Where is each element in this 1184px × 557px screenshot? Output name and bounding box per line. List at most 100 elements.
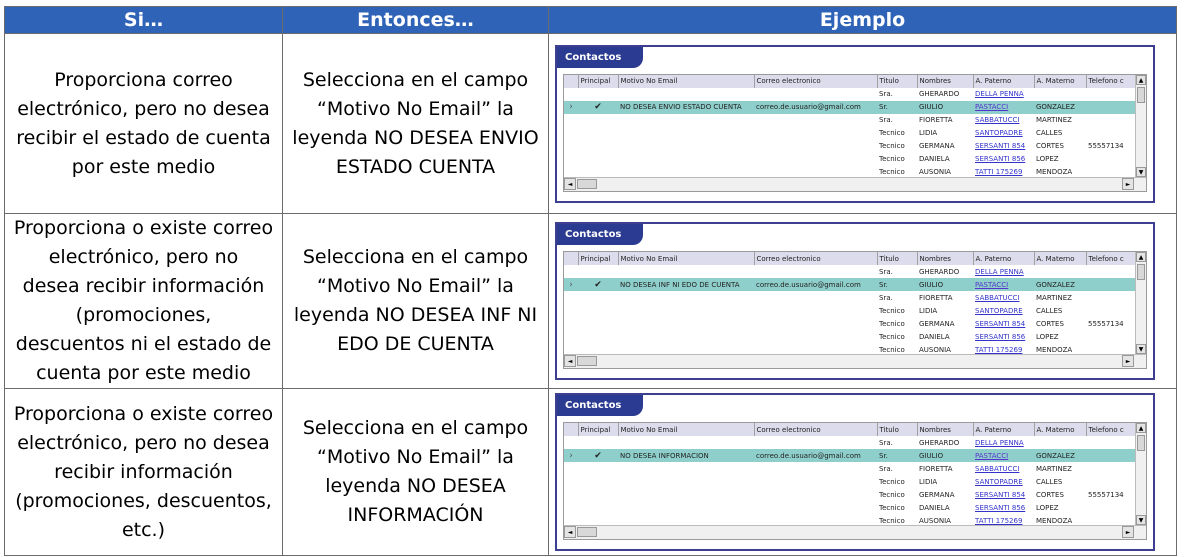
grid-column-header[interactable]: Titulo <box>877 74 918 88</box>
contact-row[interactable]: Tecnico GERMANA SERSANTI 854 CORTES 55557134 <box>564 317 1138 330</box>
contact-row[interactable]: Tecnico LIDIA SANTOPADRE CALLES <box>564 127 1138 140</box>
contact-row[interactable]: Sra. GHERARDO DELLA PENNA <box>564 265 1138 278</box>
grid-column-header[interactable]: Motivo No Email <box>618 252 755 265</box>
grid-column-header[interactable]: Motivo No Email <box>618 74 755 88</box>
titulo-cell: Sra. <box>879 267 893 276</box>
grid-column-header[interactable]: Nombres <box>917 252 974 265</box>
paterno-link[interactable]: SANTOPADRE <box>973 127 1034 140</box>
scroll-thumb[interactable] <box>1137 86 1145 103</box>
paterno-link[interactable]: SERSANTI 856 <box>973 501 1034 514</box>
grid-column-header[interactable]: A. Materno <box>1034 74 1087 88</box>
entonces-line: leyenda NO DESEA ENVIO <box>292 126 539 149</box>
grid-column-header[interactable]: A. Paterno <box>973 74 1035 88</box>
grid-column-header[interactable]: Telefono c <box>1086 423 1139 436</box>
materno-cell: MARTINEZ <box>1036 464 1072 473</box>
scroll-left-icon[interactable]: ◄ <box>564 526 576 538</box>
scroll-down-icon[interactable]: ▼ <box>1136 344 1146 354</box>
vertical-scrollbar[interactable]: ▲ ▼ <box>1135 74 1146 191</box>
paterno-link[interactable]: SERSANTI 854 <box>973 317 1034 330</box>
grid-column-header[interactable]: Nombres <box>917 74 974 88</box>
paterno-link[interactable]: DELLA PENNA <box>973 88 1034 101</box>
paterno-link[interactable]: SANTOPADRE <box>973 475 1034 488</box>
grid-column-header[interactable]: Correo electronico <box>754 252 878 265</box>
si-line: Proporciona o existe correo <box>13 217 274 239</box>
titulo-cell: Tecnico <box>879 503 905 512</box>
grid-column-header[interactable]: Titulo <box>877 252 918 265</box>
scroll-right-icon[interactable]: ► <box>1122 177 1134 190</box>
paterno-link[interactable]: PASTACCI <box>973 449 1034 462</box>
horizontal-scrollbar[interactable]: ◄ ► <box>564 354 1146 368</box>
horizontal-scrollbar[interactable]: ◄ ► <box>564 525 1146 539</box>
paterno-link[interactable]: DELLA PENNA <box>973 265 1034 278</box>
paterno-link[interactable]: DELLA PENNA <box>973 436 1034 449</box>
contact-row[interactable]: Tecnico DANIELA SERSANTI 856 LOPEZ <box>564 153 1138 166</box>
contactos-tab[interactable]: Contactos <box>557 395 643 416</box>
contactos-tab[interactable]: Contactos <box>557 224 643 245</box>
contact-row[interactable]: Tecnico LIDIA SANTOPADRE CALLES <box>564 475 1138 488</box>
paterno-link[interactable]: SABBATUCCI <box>973 114 1034 127</box>
scroll-left-icon[interactable]: ◄ <box>564 355 576 367</box>
scroll-thumb[interactable] <box>1137 264 1145 280</box>
paterno-link[interactable]: SABBATUCCI <box>973 291 1034 304</box>
motivo-no-email-cell <box>618 475 754 488</box>
contact-row[interactable]: Sra. FIORETTA SABBATUCCI MARTINEZ <box>564 291 1138 304</box>
grid-column-header[interactable]: Telefono c <box>1086 252 1139 265</box>
grid-column-header[interactable]: Telefono c <box>1086 74 1139 88</box>
paterno-link[interactable]: SERSANTI 856 <box>973 330 1034 343</box>
scroll-up-icon[interactable]: ▲ <box>1136 252 1146 262</box>
contactos-tab[interactable]: Contactos <box>557 46 643 68</box>
scroll-up-icon[interactable]: ▲ <box>1136 423 1146 433</box>
grid-column-header[interactable]: Correo electronico <box>754 74 878 88</box>
motivo-no-email-cell <box>618 140 754 153</box>
rule-row: Proporciona o existe correo electrónico, … <box>4 388 1177 556</box>
grid-column-header[interactable]: Principal <box>578 423 619 436</box>
paterno-link[interactable]: SERSANTI 854 <box>973 488 1034 501</box>
correo-cell <box>754 488 877 501</box>
contact-row[interactable]: › ✔ NO DESEA ENVIO ESTADO CUENTA correo.de.… <box>564 100 1138 114</box>
grid-column-header[interactable]: Titulo <box>877 423 918 436</box>
scroll-up-icon[interactable]: ▲ <box>1136 74 1146 85</box>
scroll-right-icon[interactable]: ► <box>1122 526 1134 538</box>
grid-column-header[interactable]: A. Paterno <box>973 252 1035 265</box>
paterno-link[interactable]: PASTACCI <box>973 100 1034 114</box>
grid-column-header[interactable]: Correo electronico <box>754 423 878 436</box>
paterno-link[interactable]: SABBATUCCI <box>973 462 1034 475</box>
contact-row[interactable]: Tecnico DANIELA SERSANTI 856 LOPEZ <box>564 501 1138 514</box>
paterno-link[interactable]: SERSANTI 854 <box>973 140 1034 153</box>
scroll-down-icon[interactable]: ▼ <box>1136 166 1146 177</box>
telefono-cell <box>1086 265 1138 278</box>
vertical-scrollbar[interactable]: ▲ ▼ <box>1135 423 1146 539</box>
contact-row[interactable]: Sra. GHERARDO DELLA PENNA <box>564 88 1138 101</box>
correo-cell <box>754 330 877 343</box>
horizontal-scrollbar[interactable]: ◄ ► <box>564 176 1146 191</box>
contact-row[interactable]: › ✔ NO DESEA INF NI EDO DE CUENTA correo.de… <box>564 278 1138 291</box>
grid-column-header[interactable]: Motivo No Email <box>618 423 755 436</box>
principal-check-icon <box>578 291 618 304</box>
grid-column-header[interactable]: Principal <box>578 252 619 265</box>
vertical-scrollbar[interactable]: ▲ ▼ <box>1135 252 1146 368</box>
scroll-thumb-h[interactable] <box>577 356 597 366</box>
contact-row[interactable]: Tecnico GERMANA SERSANTI 854 CORTES 55557134 <box>564 140 1138 153</box>
contact-row[interactable]: › ✔ NO DESEA INFORMACION correo.de.usuario@… <box>564 449 1138 462</box>
contact-row[interactable]: Sra. FIORETTA SABBATUCCI MARTINEZ <box>564 462 1138 475</box>
contact-row[interactable]: Tecnico GERMANA SERSANTI 854 CORTES 55557134 <box>564 488 1138 501</box>
materno-cell <box>1034 436 1086 449</box>
contact-row[interactable]: Tecnico DANIELA SERSANTI 856 LOPEZ <box>564 330 1138 343</box>
grid-column-header[interactable]: A. Materno <box>1034 423 1087 436</box>
paterno-link[interactable]: PASTACCI <box>973 278 1034 291</box>
contact-row[interactable]: Sra. FIORETTA SABBATUCCI MARTINEZ <box>564 114 1138 127</box>
scroll-right-icon[interactable]: ► <box>1122 355 1134 367</box>
scroll-thumb[interactable] <box>1137 435 1145 451</box>
scroll-left-icon[interactable]: ◄ <box>564 177 576 190</box>
contact-row[interactable]: Sra. GHERARDO DELLA PENNA <box>564 436 1138 449</box>
scroll-thumb-h[interactable] <box>577 178 597 189</box>
scroll-thumb-h[interactable] <box>577 527 597 537</box>
grid-column-header[interactable]: A. Paterno <box>973 423 1035 436</box>
grid-column-header[interactable]: Nombres <box>917 423 974 436</box>
contact-row[interactable]: Tecnico LIDIA SANTOPADRE CALLES <box>564 304 1138 317</box>
paterno-link[interactable]: SANTOPADRE <box>973 304 1034 317</box>
grid-column-header[interactable]: Principal <box>578 74 619 88</box>
grid-column-header[interactable]: A. Materno <box>1034 252 1087 265</box>
paterno-link[interactable]: SERSANTI 856 <box>973 153 1034 166</box>
scroll-down-icon[interactable]: ▼ <box>1136 515 1146 525</box>
